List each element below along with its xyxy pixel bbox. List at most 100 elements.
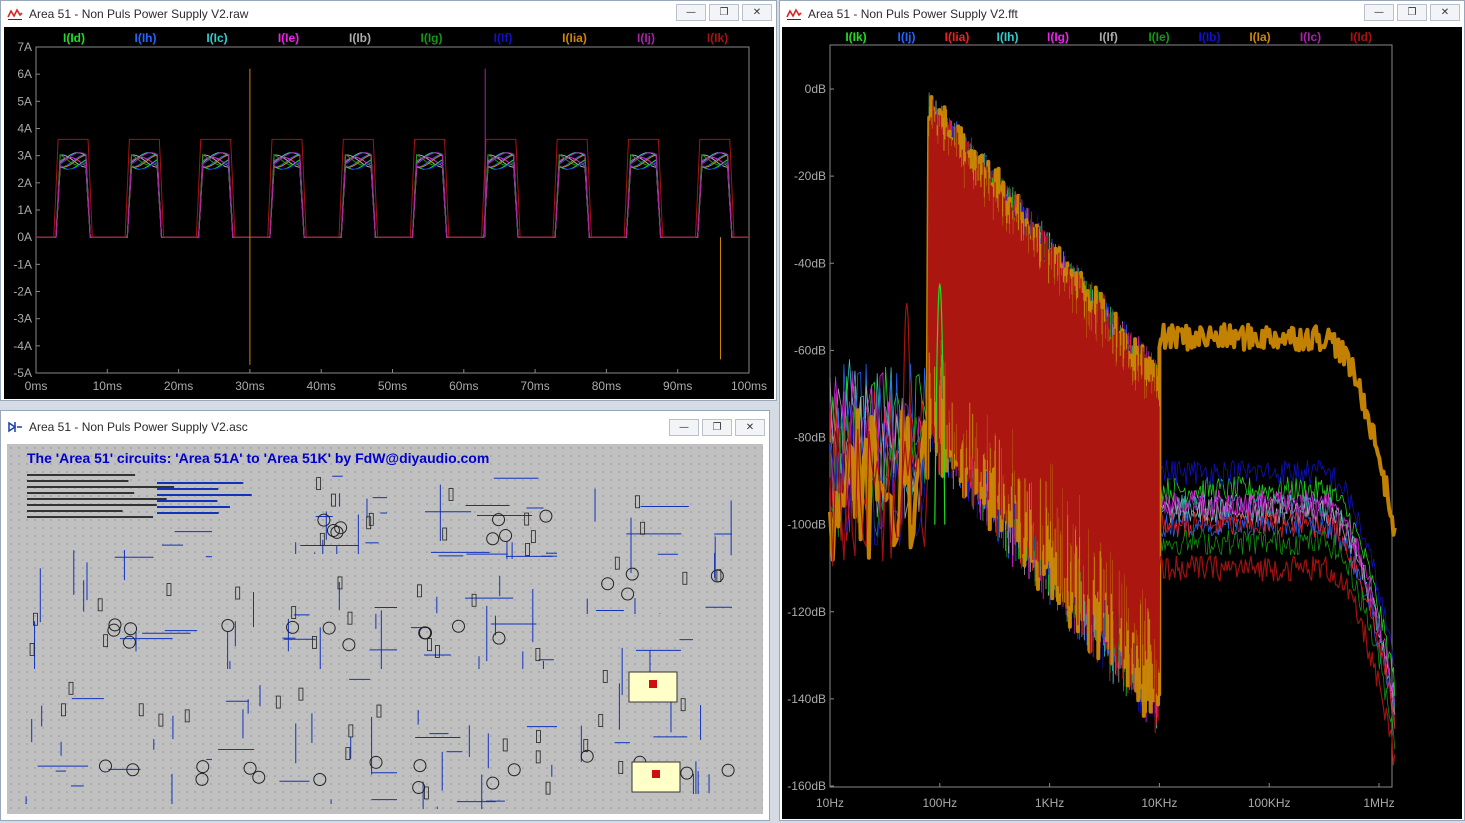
y-tick-label: 1A bbox=[17, 203, 32, 217]
minimize-button[interactable]: — bbox=[669, 419, 699, 436]
x-tick-label: 10Hz bbox=[816, 796, 844, 810]
source-symbol bbox=[486, 776, 500, 790]
legend-label: I(Ie) bbox=[278, 31, 299, 45]
trace-iid bbox=[36, 158, 749, 238]
source-symbol bbox=[413, 759, 427, 773]
y-tick-label: 0A bbox=[17, 230, 32, 244]
component-symbol bbox=[376, 704, 382, 718]
y-tick-label: -4A bbox=[13, 339, 32, 353]
fft-chart[interactable]: I(Ik) I(Ij) I(Iia) I(Ih) I(Ig) I(If) I(Ie) I(Ib… bbox=[782, 27, 1462, 819]
comment-line bbox=[27, 480, 129, 482]
component-symbol bbox=[345, 747, 351, 760]
close-button[interactable]: ✕ bbox=[735, 419, 765, 436]
source-symbol bbox=[342, 638, 356, 652]
fft-titlebar[interactable]: Area 51 - Non Puls Power Supply V2.fft bbox=[780, 1, 1464, 27]
source-symbol bbox=[221, 619, 235, 633]
schematic-titlebar[interactable]: Area 51 - Non Puls Power Supply V2.asc bbox=[1, 411, 769, 443]
component-symbol bbox=[435, 645, 440, 658]
comment-line bbox=[157, 494, 252, 496]
y-tick-label: 4A bbox=[17, 122, 32, 136]
y-tick-label: -60dB bbox=[794, 343, 826, 357]
component-symbol bbox=[348, 724, 354, 738]
minimize-button[interactable]: — bbox=[1364, 4, 1394, 21]
x-tick-label: 20ms bbox=[164, 379, 193, 393]
source-symbol bbox=[243, 761, 257, 775]
legend-label: I(Ib) bbox=[1199, 30, 1221, 44]
x-tick-label: 50ms bbox=[378, 379, 407, 393]
comment-line bbox=[27, 510, 123, 512]
comment-line bbox=[27, 492, 135, 494]
source-symbol bbox=[507, 763, 521, 777]
y-tick-label: 2A bbox=[17, 176, 32, 190]
schematic-icon bbox=[8, 421, 22, 433]
close-button[interactable]: ✕ bbox=[1430, 4, 1460, 21]
waveform-icon bbox=[786, 8, 802, 20]
fft-window[interactable]: Area 51 - Non Puls Power Supply V2.fft —… bbox=[779, 0, 1465, 821]
fft-plot-pane[interactable]: I(Ik) I(Ij) I(Iia) I(Ih) I(Ig) I(If) I(Ie) I(Ib… bbox=[782, 27, 1462, 819]
y-tick-label: -40dB bbox=[794, 256, 826, 270]
schematic-window[interactable]: Area 51 - Non Puls Power Supply V2.asc —… bbox=[0, 410, 770, 821]
y-tick-label: -5A bbox=[13, 366, 32, 380]
restore-button[interactable]: ❐ bbox=[702, 419, 732, 436]
restore-button[interactable]: ❐ bbox=[709, 4, 739, 21]
component-symbol bbox=[312, 636, 317, 649]
source-symbol bbox=[124, 622, 138, 636]
legend-label: I(Ig) bbox=[1047, 30, 1069, 44]
trace-iiia bbox=[36, 154, 749, 238]
component-symbol bbox=[316, 477, 322, 490]
y-tick-label: -120dB bbox=[787, 605, 826, 619]
schematic-canvas[interactable]: The 'Area 51' circuits: 'Area 51A' to 'A… bbox=[7, 444, 763, 814]
source-symbol bbox=[621, 587, 635, 601]
restore-button[interactable]: ❐ bbox=[1397, 4, 1427, 21]
comment-line bbox=[27, 474, 136, 476]
y-tick-label: -80dB bbox=[794, 431, 826, 445]
comment-line bbox=[27, 486, 175, 488]
comment-line bbox=[27, 516, 154, 518]
component-symbol bbox=[166, 583, 172, 596]
source-symbol bbox=[196, 760, 210, 774]
source-symbol bbox=[195, 772, 209, 786]
trace-iih bbox=[36, 154, 749, 238]
component-symbol bbox=[635, 495, 640, 509]
component-symbol bbox=[275, 695, 281, 709]
source-symbol bbox=[419, 626, 433, 640]
x-tick-label: 60ms bbox=[449, 379, 478, 393]
component-symbol bbox=[291, 606, 297, 619]
x-tick-label: 10KHz bbox=[1141, 796, 1177, 810]
legend-label: I(Ij) bbox=[898, 30, 916, 44]
close-button[interactable]: ✕ bbox=[742, 4, 772, 21]
component-symbol bbox=[337, 576, 343, 590]
trace-iig bbox=[36, 153, 749, 238]
schematic-drawing[interactable] bbox=[7, 444, 763, 814]
y-tick-label: -3A bbox=[13, 312, 32, 326]
legend-label: I(Ib) bbox=[349, 31, 371, 45]
component-symbol bbox=[640, 521, 646, 535]
x-tick-label: 1MHz bbox=[1363, 796, 1394, 810]
component-symbol bbox=[545, 781, 551, 795]
legend-label: I(Ig) bbox=[421, 31, 443, 45]
component-symbol bbox=[525, 543, 530, 556]
transient-chart[interactable]: I(Id) I(Ih) I(Ic) I(Ie) I(Ib) I(Ig) I(If) I(Iia… bbox=[4, 27, 774, 399]
component-symbol bbox=[298, 687, 304, 701]
component-symbol bbox=[368, 512, 374, 526]
source-symbol bbox=[721, 763, 735, 777]
transient-plot-pane[interactable]: I(Id) I(Ih) I(Ic) I(Ie) I(Ib) I(Ig) I(If) I(Iia… bbox=[4, 27, 774, 399]
y-tick-label: -100dB bbox=[787, 518, 826, 532]
source-symbol bbox=[322, 621, 336, 635]
comment-line bbox=[157, 500, 218, 502]
component-symbol bbox=[138, 703, 144, 717]
component-symbol bbox=[618, 761, 624, 774]
x-tick-label: 10ms bbox=[93, 379, 122, 393]
comment-line bbox=[157, 512, 219, 514]
minimize-button[interactable]: — bbox=[676, 4, 706, 21]
legend-label: I(Ih) bbox=[997, 30, 1019, 44]
schematic-window-title: Area 51 - Non Puls Power Supply V2.asc bbox=[29, 420, 248, 434]
raw-window[interactable]: Area 51 - Non Puls Power Supply V2.raw —… bbox=[0, 0, 777, 401]
source-symbol bbox=[492, 631, 506, 645]
y-tick-label: 6A bbox=[17, 67, 32, 81]
source-symbol bbox=[680, 766, 694, 780]
y-tick-label: 5A bbox=[17, 94, 32, 108]
component-symbol bbox=[602, 670, 608, 683]
comment-line bbox=[27, 504, 157, 506]
raw-titlebar[interactable]: Area 51 - Non Puls Power Supply V2.raw bbox=[1, 1, 776, 27]
